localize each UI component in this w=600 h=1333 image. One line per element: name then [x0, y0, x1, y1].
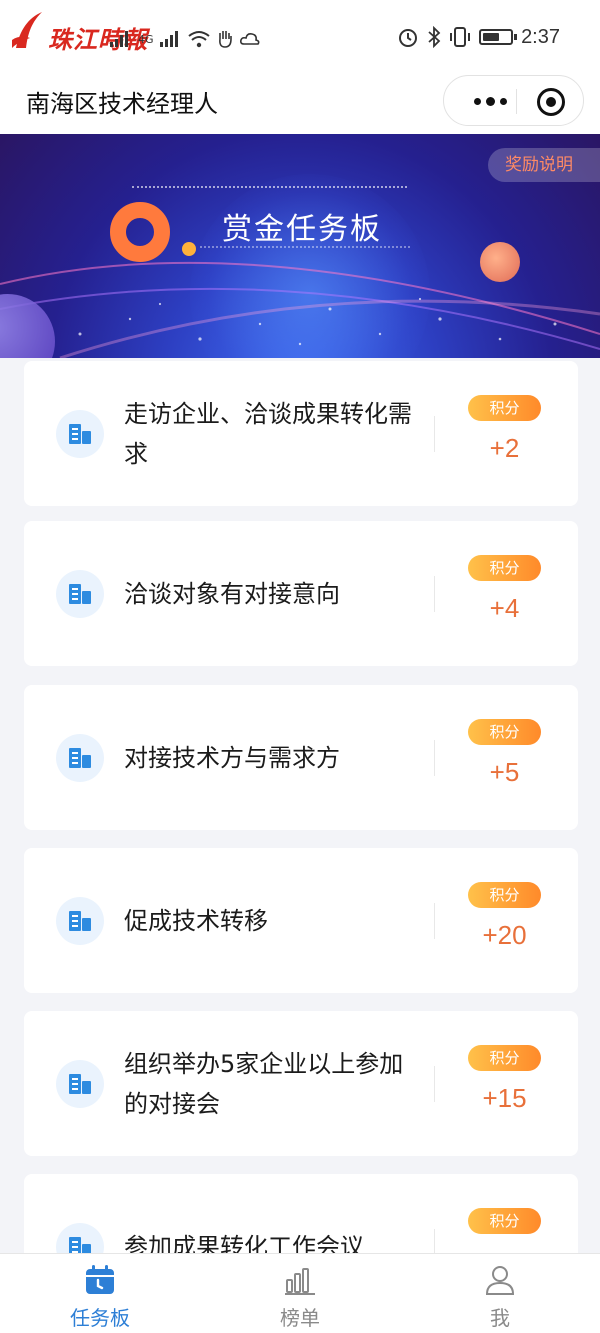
points-value: +15 [482, 1083, 527, 1113]
task-card[interactable]: 走访企业、洽谈成果转化需求 积分 +2 [24, 361, 578, 506]
task-title: 促成技术转移 [124, 906, 268, 935]
mini-program-capsule [443, 75, 584, 126]
bounty-banner: 赏金任务板 奖励说明 [0, 134, 600, 358]
more-dot-icon [473, 97, 481, 105]
building-icon [56, 569, 104, 618]
user-icon [485, 1266, 515, 1295]
tab-label: 榜单 [280, 1306, 320, 1330]
logo-mark-icon [12, 12, 42, 48]
points-value: +2 [489, 433, 520, 463]
points-badge: 积分 [468, 1208, 541, 1234]
title-bar: 南海区技术经理人 [0, 70, 600, 134]
points-badge: 积分 [468, 1045, 541, 1071]
task-card[interactable]: 促成技术转移 积分 +20 [24, 848, 578, 993]
more-dot-icon [499, 97, 507, 105]
building-icon [56, 409, 104, 458]
signal-icon [159, 31, 178, 47]
points-value: +5 [489, 757, 520, 787]
hand-icon [218, 31, 232, 48]
points-value: +20 [482, 920, 527, 950]
task-card[interactable]: 组织举办5家企业以上参加的对接会 积分 +15 [24, 1011, 578, 1156]
task-title: 组织举办5家企业以上参加的对接会 [124, 1049, 404, 1118]
task-title: 走访企业、洽谈成果转化需求 [124, 399, 412, 468]
banner-title: 赏金任务板 [222, 212, 382, 247]
more-menu-button[interactable] [464, 85, 516, 117]
banner-dot-icon [182, 242, 196, 256]
page-title: 南海区技术经理人 [26, 90, 218, 118]
task-title: 参加成果转化工作会议 [124, 1232, 364, 1254]
tab-task-board[interactable]: 任务板 [0, 1254, 200, 1333]
task-card[interactable]: 对接技术方与需求方 积分 +5 [24, 685, 578, 830]
divider [434, 902, 435, 939]
status-left-icons: 4G [110, 24, 260, 54]
reward-info-button[interactable]: 奖励说明 [488, 148, 600, 182]
divider [434, 739, 435, 776]
task-card[interactable]: 洽谈对象有对接意向 积分 +4 [24, 521, 578, 666]
task-card[interactable]: 参加成果转化工作会议 积分 [24, 1174, 578, 1253]
more-dot-icon [485, 96, 495, 106]
clock: 2:37 [521, 25, 560, 48]
building-icon [56, 1222, 104, 1253]
points-value: +4 [489, 593, 520, 623]
building-icon [56, 1059, 104, 1108]
cloud-icon [239, 33, 259, 45]
points-badge: 积分 [468, 719, 541, 745]
battery-icon [479, 29, 518, 45]
banner-ring-icon [110, 202, 170, 262]
points-badge: 积分 [468, 882, 541, 908]
bottom-tab-bar: 任务板 榜单 我 [0, 1253, 600, 1333]
banner-orb [480, 242, 520, 282]
capsule-divider [516, 89, 517, 114]
calendar-icon [86, 1265, 114, 1294]
building-icon [56, 896, 104, 945]
tab-me[interactable]: 我 [400, 1254, 600, 1333]
status-right-icons: 2:37 [397, 22, 560, 52]
task-list[interactable]: 走访企业、洽谈成果转化需求 积分 +2 洽谈对象有对接意向 积分 +4 对接技术… [0, 358, 600, 1253]
bluetooth-icon [428, 26, 441, 48]
tab-ranking[interactable]: 榜单 [200, 1254, 400, 1333]
banner-dotted-line [132, 186, 407, 188]
task-title: 对接技术方与需求方 [124, 743, 340, 772]
alarm-icon [399, 29, 418, 47]
signal-icon [110, 31, 128, 47]
points-badge: 积分 [468, 555, 541, 581]
status-bar: 珠江時報 4G 2:37 [0, 0, 600, 70]
vibrate-icon [450, 27, 471, 47]
network-type: 4G [138, 32, 154, 46]
building-icon [56, 733, 104, 782]
task-title: 洽谈对象有对接意向 [124, 579, 340, 608]
close-mini-program-button[interactable] [537, 88, 565, 116]
divider [434, 1065, 435, 1102]
bar-chart-icon [285, 1268, 315, 1295]
divider [434, 575, 435, 612]
tab-label: 我 [490, 1306, 510, 1330]
divider [434, 1228, 435, 1253]
tab-label: 任务板 [70, 1306, 130, 1330]
divider [434, 415, 435, 452]
points-badge: 积分 [468, 395, 541, 421]
wifi-icon [187, 31, 210, 48]
